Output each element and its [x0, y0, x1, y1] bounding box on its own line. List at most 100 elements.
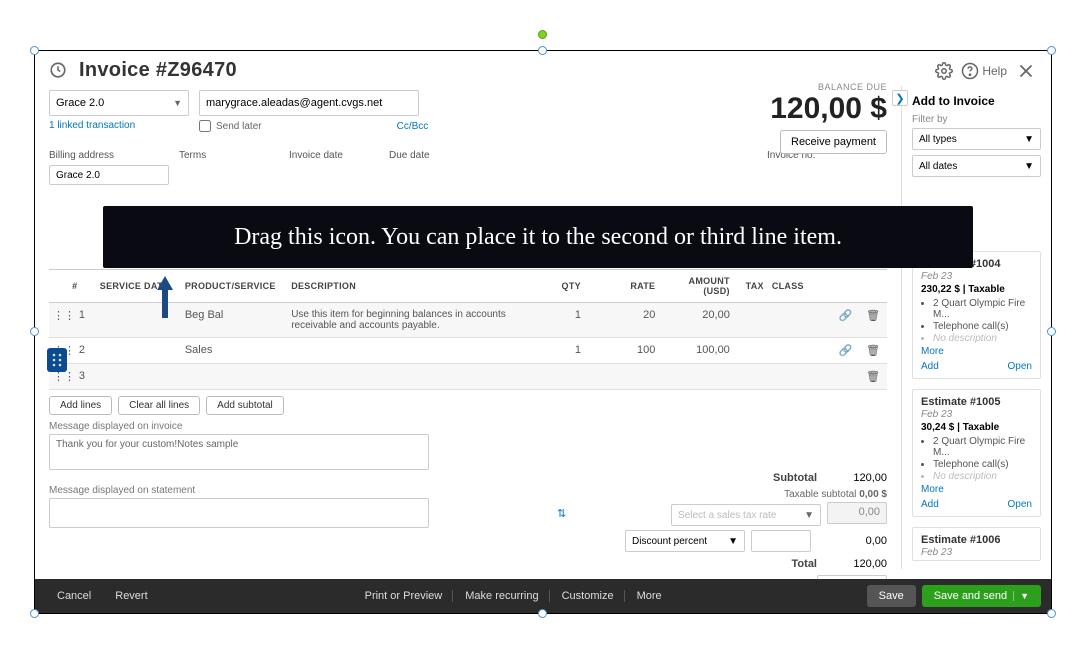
sales-tax-select[interactable]: Select a sales tax rate▼ — [671, 504, 821, 526]
linked-transaction-link[interactable]: 1 linked transaction — [49, 120, 189, 131]
more-link[interactable]: More — [921, 346, 1032, 357]
subtotal-value: 120,00 — [817, 472, 887, 484]
selection-handle[interactable] — [1047, 327, 1056, 336]
card-summary: 30,24 $ | Taxable — [921, 422, 1032, 433]
customize-button[interactable]: Customize — [552, 590, 625, 602]
selection-handle[interactable] — [538, 46, 547, 55]
trash-icon[interactable]: 🗑 — [859, 338, 887, 364]
make-recurring-button[interactable]: Make recurring — [455, 590, 549, 602]
filter-by-label: Filter by — [912, 114, 1041, 125]
list-item: 2 Quart Olympic Fire M... — [933, 436, 1032, 458]
add-to-invoice-title: Add to Invoice — [912, 94, 1041, 108]
customer-select[interactable]: Grace 2.0 ▼ — [49, 90, 189, 116]
selection-handle[interactable] — [538, 609, 547, 618]
link-icon[interactable]: 🔗 — [832, 303, 860, 338]
discount-input[interactable] — [751, 530, 811, 552]
save-button[interactable]: Save — [867, 585, 916, 607]
selection-handle[interactable] — [30, 46, 39, 55]
more-button[interactable]: More — [627, 590, 672, 602]
trash-icon[interactable]: 🗑 — [859, 303, 887, 338]
card-title: Estimate #1006 — [921, 534, 1032, 546]
list-item: No description — [933, 471, 1032, 482]
rotation-handle[interactable] — [538, 30, 547, 39]
discount-select[interactable]: Discount percent▼ — [625, 530, 745, 552]
email-field[interactable] — [199, 90, 419, 116]
add-lines-button[interactable]: Add lines — [49, 396, 112, 415]
list-item: No description — [933, 333, 1032, 344]
table-row[interactable]: ⋮⋮ 3 🗑 — [49, 364, 887, 390]
clear-lines-button[interactable]: Clear all lines — [118, 396, 200, 415]
link-icon[interactable]: 🔗 — [832, 338, 860, 364]
message-statement-input[interactable] — [49, 498, 429, 528]
instruction-tooltip: Drag this icon. You can place it to the … — [103, 206, 973, 268]
th-tax: TAX — [734, 270, 768, 303]
open-link[interactable]: Open — [1008, 361, 1032, 372]
selection-handle[interactable] — [1047, 46, 1056, 55]
message-invoice-input[interactable]: Thank you for your custom!Notes sample — [49, 434, 429, 470]
save-and-send-button[interactable]: Save and send ▼ — [922, 585, 1041, 607]
history-icon[interactable] — [49, 61, 69, 81]
selection-handle[interactable] — [1047, 609, 1056, 618]
open-link[interactable]: Open — [1008, 499, 1032, 510]
receive-payment-button[interactable]: Receive payment — [780, 130, 887, 154]
add-link[interactable]: Add — [921, 499, 939, 510]
help-button[interactable]: Help — [961, 62, 1007, 80]
th-product: PRODUCT/SERVICE — [181, 270, 287, 303]
selection-handle[interactable] — [30, 609, 39, 618]
due-date-label: Due date — [389, 150, 489, 161]
help-label: Help — [982, 64, 1007, 78]
billing-address-input[interactable]: Grace 2.0 — [49, 165, 169, 185]
th-num: # — [68, 270, 96, 303]
discount-amount: 0,00 — [817, 535, 887, 547]
card-date: Feb 23 — [921, 409, 1032, 420]
filter-dates-select[interactable]: All dates▼ — [912, 155, 1041, 177]
invoice-date-label: Invoice date — [289, 150, 389, 161]
billing-address-label: Billing address — [49, 150, 179, 161]
total-label: Total — [557, 558, 817, 570]
total-value: 120,00 — [817, 558, 887, 570]
estimate-card: Estimate #1004 Feb 23 230,22 $ | Taxable… — [912, 251, 1041, 379]
invoice-editor-frame: Invoice #Z96470 Help BALANCE DUE 120,00 … — [34, 50, 1052, 614]
filter-types-select[interactable]: All types▼ — [912, 128, 1041, 150]
chevron-down-icon: ▼ — [173, 98, 182, 108]
trash-icon[interactable]: 🗑 — [859, 364, 887, 390]
th-qty: QTY — [511, 270, 585, 303]
balance-due-label: BALANCE DUE — [770, 82, 887, 92]
more-link[interactable]: More — [921, 484, 1032, 495]
add-subtotal-button[interactable]: Add subtotal — [206, 396, 284, 415]
send-later-label: Send later — [216, 121, 262, 132]
gear-icon[interactable] — [935, 62, 953, 80]
card-summary: 230,22 $ | Taxable — [921, 284, 1032, 295]
estimate-card: Estimate #1006 Feb 23 — [912, 527, 1041, 561]
card-date: Feb 23 — [921, 547, 1032, 558]
arrow-icon — [150, 276, 180, 323]
print-preview-button[interactable]: Print or Preview — [355, 590, 454, 602]
chevron-down-icon[interactable]: ▼ — [1013, 591, 1029, 601]
selection-handle[interactable] — [30, 327, 39, 336]
estimate-card: Estimate #1005 Feb 23 30,24 $ | Taxable … — [912, 389, 1041, 517]
swap-icon[interactable]: ⇅ — [557, 507, 566, 520]
cancel-button[interactable]: Cancel — [45, 585, 103, 607]
message-invoice-label: Message displayed on invoice — [49, 421, 887, 432]
drag-handle-highlight[interactable] — [47, 348, 67, 372]
th-amount: AMOUNT (USD) — [659, 270, 733, 303]
subtotal-label: Subtotal — [557, 472, 817, 484]
list-item: Telephone call(s) — [933, 321, 1032, 332]
terms-label: Terms — [179, 150, 289, 161]
th-description: DESCRIPTION — [287, 270, 510, 303]
list-item: Telephone call(s) — [933, 459, 1032, 470]
tax-amount: 0,00 — [827, 502, 887, 524]
footer-bar: Cancel Revert Print or Preview Make recu… — [35, 579, 1051, 613]
send-later-checkbox[interactable] — [199, 120, 211, 132]
drag-handle-icon[interactable]: ⋮⋮ — [49, 303, 68, 338]
close-icon[interactable] — [1015, 60, 1037, 82]
card-date: Feb 23 — [921, 271, 1032, 282]
add-link[interactable]: Add — [921, 361, 939, 372]
list-item: 2 Quart Olympic Fire M... — [933, 298, 1032, 320]
expand-panel-icon[interactable]: ❯ — [892, 90, 908, 106]
page-title: Invoice #Z96470 — [79, 59, 927, 82]
th-rate: RATE — [585, 270, 659, 303]
revert-button[interactable]: Revert — [103, 585, 159, 607]
cc-bcc-link[interactable]: Cc/Bcc — [397, 121, 429, 132]
table-row[interactable]: ⋮⋮ 2 Sales 1 100 100,00 🔗 🗑 — [49, 338, 887, 364]
